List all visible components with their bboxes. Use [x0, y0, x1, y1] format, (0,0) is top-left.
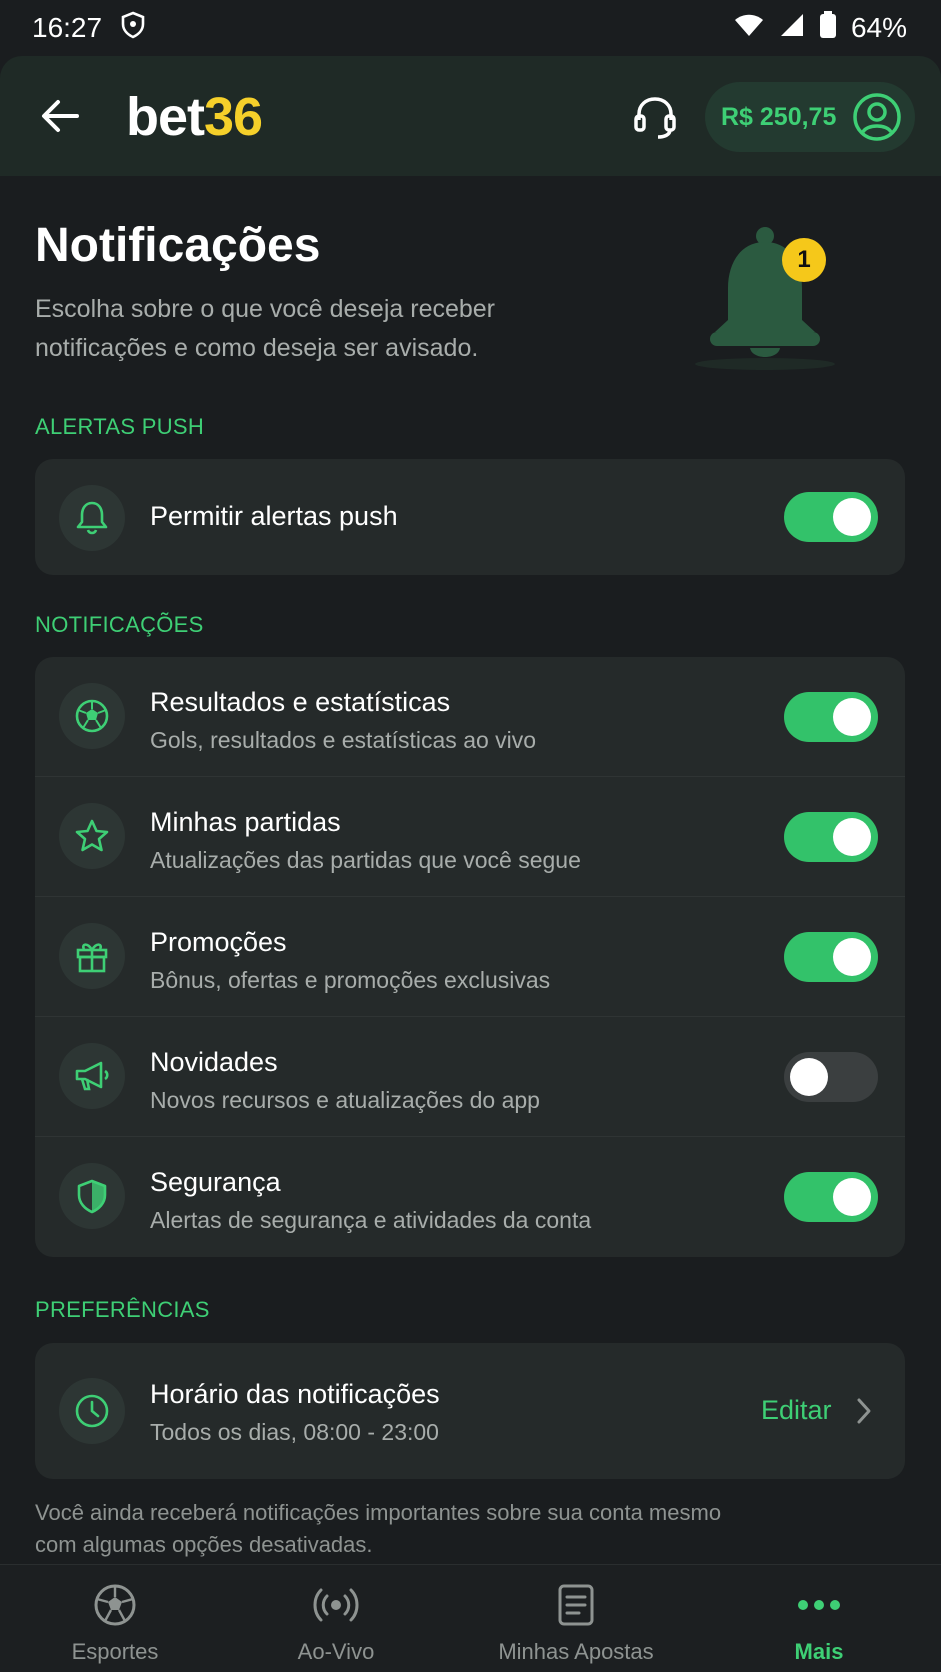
soccer-ball-icon: [59, 683, 125, 749]
notification-row-matches[interactable]: Minhas partidas Atualizações das partida…: [35, 777, 905, 897]
notification-row-results[interactable]: Resultados e estatísticas Gols, resultad…: [35, 657, 905, 777]
push-label: Permitir alertas push: [150, 501, 398, 531]
preferences-card: Horário das notificações Todos os dias, …: [35, 1343, 905, 1479]
notification-count-badge: 1: [782, 238, 826, 282]
notification-row-promotions[interactable]: Promoções Bônus, ofertas e promoções exc…: [35, 897, 905, 1017]
notification-desc: Atualizações das partidas que você segue: [150, 847, 581, 873]
status-time: 16:27: [32, 12, 103, 43]
push-card: Permitir alertas push: [35, 459, 905, 575]
schedule-value: Todos os dias, 08:00 - 23:00: [150, 1419, 439, 1445]
schedule-row[interactable]: Horário das notificações Todos os dias, …: [35, 1343, 905, 1479]
nav-item-more[interactable]: Mais: [759, 1565, 879, 1672]
notification-desc: Novos recursos e atualizações do app: [150, 1087, 540, 1113]
notifications-card: Resultados e estatísticas Gols, resultad…: [35, 657, 905, 1257]
results-toggle[interactable]: [784, 692, 878, 742]
battery-percent: 64%: [850, 12, 907, 43]
promotions-toggle[interactable]: [784, 932, 878, 982]
section-label-push: ALERTAS PUSH: [35, 414, 205, 439]
support-button[interactable]: [630, 92, 680, 142]
balance-amount: R$ 250,75: [721, 102, 837, 131]
headset-icon: [634, 97, 676, 139]
schedule-title: Horário das notificações: [150, 1379, 440, 1409]
nav-item-live[interactable]: Ao-Vivo: [276, 1565, 396, 1672]
notification-row-security[interactable]: Segurança Alertas de segurança e ativida…: [35, 1137, 905, 1257]
bottom-nav: Esportes Ao-Vivo Minhas Apostas Mais: [0, 1564, 941, 1672]
more-dots-icon: [797, 1581, 841, 1629]
soccer-ball-icon: [93, 1581, 137, 1629]
security-toggle[interactable]: [784, 1172, 878, 1222]
clock-icon: [59, 1378, 125, 1444]
notification-desc: Gols, resultados e estatísticas ao vivo: [150, 727, 537, 753]
nav-item-my-bets[interactable]: Minhas Apostas: [486, 1565, 666, 1672]
shield-icon: [59, 1163, 125, 1229]
footnote-text: Você ainda receberá notificações importa…: [35, 1500, 722, 1557]
edit-schedule-button[interactable]: Editar: [761, 1395, 832, 1426]
bell-illustration-icon: [680, 222, 850, 372]
news-toggle[interactable]: [784, 1052, 878, 1102]
notification-title: Promoções: [150, 927, 287, 957]
app-logo[interactable]: bet36: [126, 86, 263, 148]
chevron-right-icon[interactable]: [855, 1397, 873, 1430]
status-bar: 16:27 64%: [0, 0, 941, 56]
notification-desc: Alertas de segurança e atividades da con…: [150, 1207, 592, 1233]
bet-slip-icon: [557, 1581, 595, 1629]
section-label-preferences: PREFERÊNCIAS: [35, 1297, 210, 1322]
nav-item-sports[interactable]: Esportes: [55, 1565, 175, 1672]
section-label-notifications: NOTIFICAÇÕES: [35, 612, 204, 637]
notification-title: Resultados e estatísticas: [150, 687, 451, 717]
notification-title: Novidades: [150, 1047, 278, 1077]
push-row[interactable]: Permitir alertas push: [35, 459, 905, 575]
megaphone-icon: [59, 1043, 125, 1109]
app-header: bet36 R$ 250,75: [0, 56, 941, 176]
gift-icon: [59, 923, 125, 989]
live-broadcast-icon: [311, 1581, 361, 1629]
vpn-shield-icon: [120, 11, 146, 46]
push-toggle[interactable]: [784, 492, 878, 542]
notification-row-news[interactable]: Novidades Novos recursos e atualizações …: [35, 1017, 905, 1137]
star-icon: [59, 803, 125, 869]
page-title: Notificações: [35, 219, 321, 272]
matches-toggle[interactable]: [784, 812, 878, 862]
notification-title: Segurança: [150, 1167, 281, 1197]
back-button[interactable]: [38, 94, 82, 138]
battery-icon: [819, 10, 837, 46]
arrow-left-icon: [42, 100, 79, 132]
signal-icon: [779, 12, 805, 45]
bell-icon: [59, 485, 125, 551]
notification-desc: Bônus, ofertas e promoções exclusivas: [150, 967, 551, 993]
wifi-icon: [733, 12, 765, 45]
page-subtitle: Escolha sobre o que você deseja receber …: [35, 295, 496, 362]
balance-button[interactable]: R$ 250,75: [705, 82, 915, 152]
user-avatar-icon: [851, 91, 903, 143]
notification-title: Minhas partidas: [150, 807, 341, 837]
